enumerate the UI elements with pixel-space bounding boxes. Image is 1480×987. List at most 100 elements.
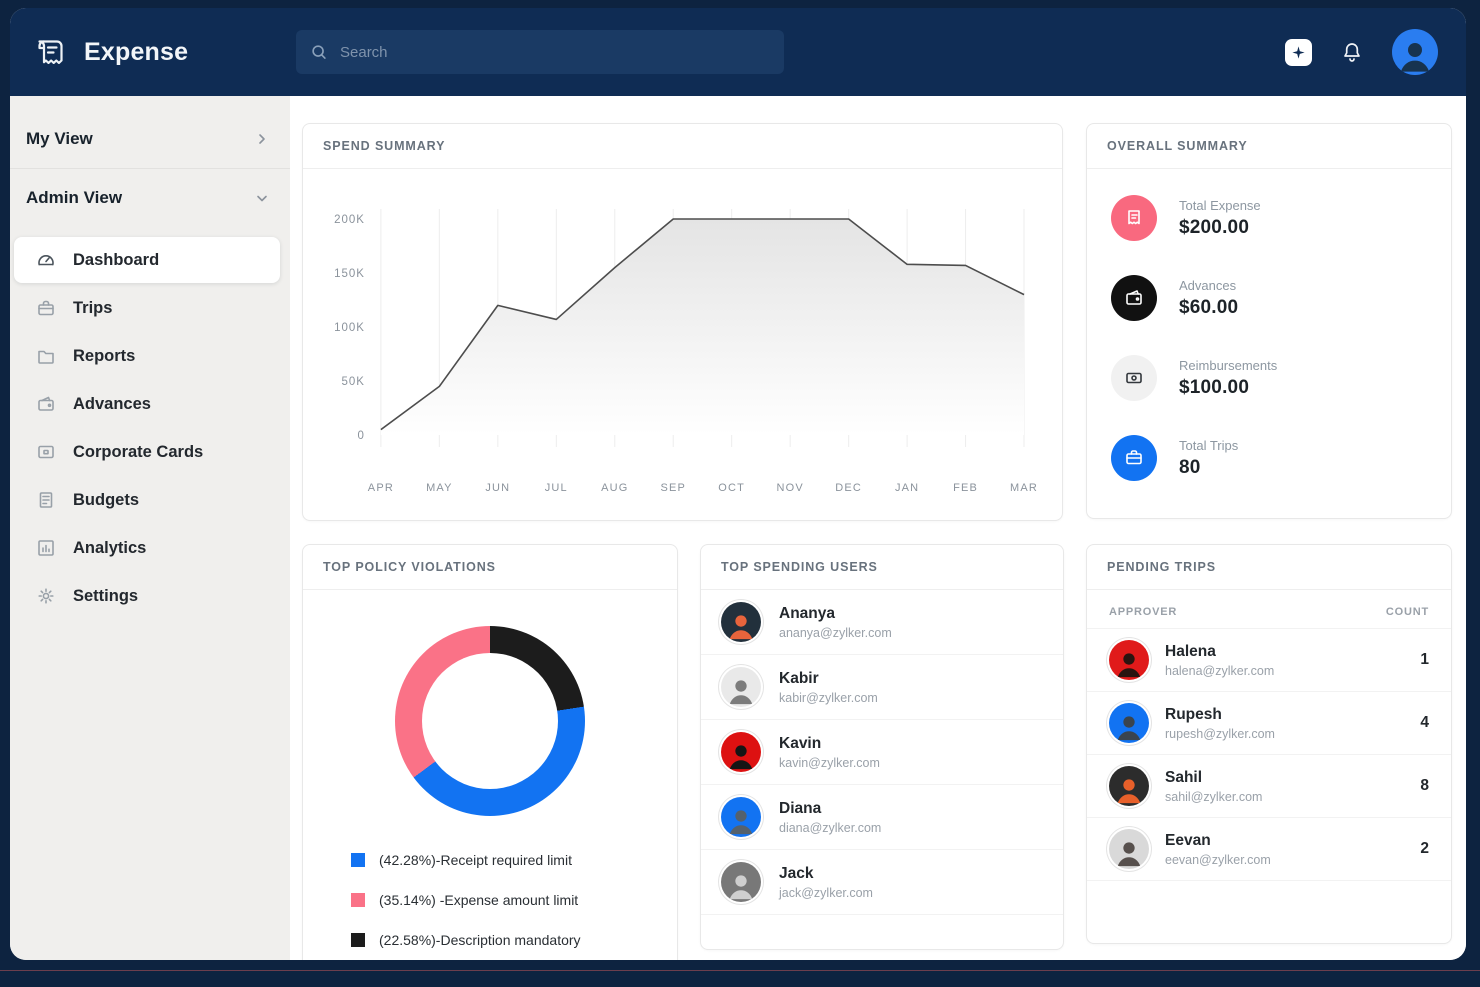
pending-trip-row[interactable]: Rupeshrupesh@zylker.com4 <box>1087 692 1451 755</box>
pending-trips-title: PENDING TRIPS <box>1087 545 1451 590</box>
legend-label: (22.58%)-Description mandatory <box>379 932 581 948</box>
user-name: Diana <box>779 800 1043 818</box>
overall-summary-title: OVERALL SUMMARY <box>1087 124 1451 169</box>
sidebar-menu: Dashboard Trips Reports Advances Corporate C… <box>10 227 290 621</box>
approver-email: eevan@zylker.com <box>1165 853 1404 867</box>
reports-icon <box>36 346 56 366</box>
advances-icon <box>36 394 56 414</box>
user-email: jack@zylker.com <box>779 886 1043 900</box>
svg-text:150K: 150K <box>334 268 365 280</box>
spending-user-row[interactable]: Dianadiana@zylker.com <box>701 785 1063 850</box>
legend-swatch <box>351 853 365 867</box>
policy-violations-card: TOP POLICY VIOLATIONS (42.28%)-Receipt r… <box>302 544 678 960</box>
legend-item: (35.14%) -Expense amount limit <box>351 892 677 908</box>
cash-icon <box>1111 355 1157 401</box>
top-spending-users-title: TOP SPENDING USERS <box>701 545 1063 590</box>
app-logo[interactable]: Expense <box>34 33 296 71</box>
svg-text:MAR: MAR <box>1010 482 1038 494</box>
pending-trips-list: Halenahalena@zylker.com1Rupeshrupesh@zyl… <box>1087 629 1451 881</box>
sidebar-item-corporate-cards[interactable]: Corporate Cards <box>14 429 280 475</box>
legend-item: (42.28%)-Receipt required limit <box>351 852 677 868</box>
sidebar: My View Admin View Dashboard Trips Reports… <box>10 96 290 960</box>
svg-text:0: 0 <box>358 430 365 442</box>
sidebar-item-label: Advances <box>73 395 151 414</box>
legend-swatch <box>351 933 365 947</box>
overall-item-value: $200.00 <box>1179 217 1261 239</box>
overall-summary-card: OVERALL SUMMARY Total Expense $200.00 Adva… <box>1086 123 1452 519</box>
overall-summary-item: Advances $60.00 <box>1111 275 1427 321</box>
svg-text:200K: 200K <box>334 214 365 226</box>
pending-trips-columns: APPROVER COUNT <box>1087 590 1451 629</box>
overall-summary-item: Reimbursements $100.00 <box>1111 355 1427 401</box>
sidebar-section-my-view[interactable]: My View <box>10 110 290 168</box>
app-window: Expense <box>10 8 1466 960</box>
sidebar-section-admin-view[interactable]: Admin View <box>10 169 290 227</box>
user-avatar <box>721 862 761 902</box>
spending-user-row[interactable]: Jackjack@zylker.com <box>701 850 1063 915</box>
svg-text:APR: APR <box>368 482 394 494</box>
user-avatar <box>721 602 761 642</box>
sidebar-item-reports[interactable]: Reports <box>14 333 280 379</box>
receipt-icon <box>1111 195 1157 241</box>
top-spending-users-list: Ananya ananya@zylker.com Kabirkabir@zylker… <box>701 590 1063 915</box>
overall-item-label: Total Expense <box>1179 198 1261 213</box>
policy-violations-title: TOP POLICY VIOLATIONS <box>303 545 677 590</box>
overall-summary-item: Total Expense $200.00 <box>1111 195 1427 241</box>
user-avatar <box>721 732 761 772</box>
spending-user-row[interactable]: Kabirkabir@zylker.com <box>701 655 1063 720</box>
overall-item-label: Reimbursements <box>1179 358 1277 373</box>
user-email: ananya@zylker.com <box>779 626 1043 640</box>
user-name: Ananya <box>779 605 1043 623</box>
sidebar-item-label: Analytics <box>73 539 146 558</box>
screen-bottom-accent-line <box>0 970 1480 971</box>
search-bar[interactable] <box>296 30 784 74</box>
briefcase-icon <box>1111 435 1157 481</box>
approver-avatar <box>1109 766 1149 806</box>
overall-item-value: $60.00 <box>1179 297 1238 319</box>
pending-count: 1 <box>1420 651 1429 669</box>
sidebar-item-dashboard[interactable]: Dashboard <box>14 237 280 283</box>
svg-text:NOV: NOV <box>776 482 803 494</box>
svg-text:AUG: AUG <box>601 482 628 494</box>
quick-add-button[interactable] <box>1285 39 1312 66</box>
search-input[interactable] <box>338 43 770 62</box>
count-column-header: COUNT <box>1386 606 1429 618</box>
approver-avatar <box>1109 829 1149 869</box>
overall-item-label: Advances <box>1179 278 1238 293</box>
legend-label: (42.28%)-Receipt required limit <box>379 852 572 868</box>
user-avatar[interactable] <box>1392 29 1438 75</box>
sidebar-item-settings[interactable]: Settings <box>14 573 280 619</box>
svg-text:100K: 100K <box>334 322 365 334</box>
svg-text:OCT: OCT <box>718 482 745 494</box>
sidebar-item-analytics[interactable]: Analytics <box>14 525 280 571</box>
donut-hole <box>422 653 558 789</box>
spending-user-row[interactable]: Kavinkavin@zylker.com <box>701 720 1063 785</box>
svg-text:DEC: DEC <box>835 482 862 494</box>
sidebar-item-trips[interactable]: Trips <box>14 285 280 331</box>
overall-item-value: 80 <box>1179 457 1238 479</box>
pending-trip-row[interactable]: Sahilsahil@zylker.com8 <box>1087 755 1451 818</box>
corporate-cards-icon <box>36 442 56 462</box>
user-email: kabir@zylker.com <box>779 691 1043 705</box>
overall-summary-item: Total Trips80 <box>1111 435 1427 481</box>
approver-name: Rupesh <box>1165 706 1404 724</box>
sidebar-item-label: Trips <box>73 299 112 318</box>
approver-column-header: APPROVER <box>1109 606 1177 618</box>
policy-violations-legend: (42.28%)-Receipt required limit (35.14%) … <box>303 816 677 948</box>
approver-email: halena@zylker.com <box>1165 664 1404 678</box>
legend-swatch <box>351 893 365 907</box>
notifications-button[interactable] <box>1340 40 1364 64</box>
user-avatar <box>721 667 761 707</box>
pending-trip-row[interactable]: Eevaneevan@zylker.com2 <box>1087 818 1451 881</box>
overall-item-value: $100.00 <box>1179 377 1277 399</box>
approver-name: Sahil <box>1165 769 1404 787</box>
svg-text:JUN: JUN <box>485 482 510 494</box>
analytics-icon <box>36 538 56 558</box>
spending-user-row[interactable]: Ananya ananya@zylker.com <box>701 590 1063 655</box>
approver-avatar <box>1109 640 1149 680</box>
sidebar-item-budgets[interactable]: Budgets <box>14 477 280 523</box>
pending-trip-row[interactable]: Halenahalena@zylker.com1 <box>1087 629 1451 692</box>
sidebar-item-advances[interactable]: Advances <box>14 381 280 427</box>
search-icon <box>310 43 328 61</box>
sidebar-item-label: Settings <box>73 587 138 606</box>
